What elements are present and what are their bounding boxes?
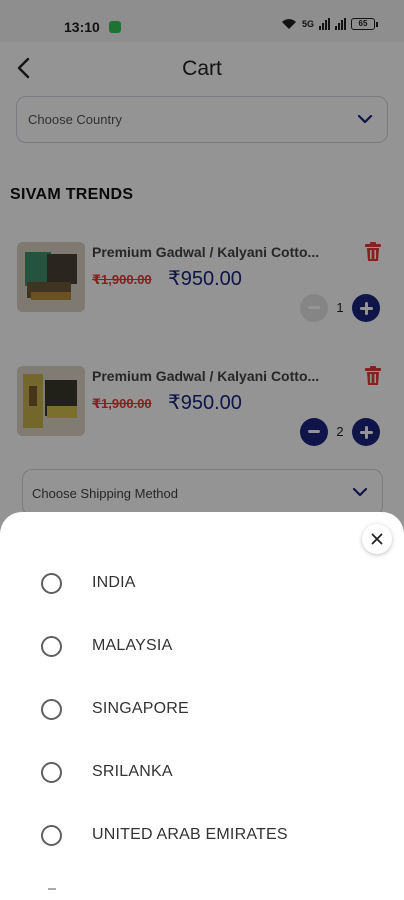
radio-button[interactable] <box>41 636 62 657</box>
country-option-label: MALAYSIA <box>92 637 173 654</box>
country-option-singapore[interactable]: SINGAPORE <box>0 686 404 734</box>
country-option-india[interactable]: INDIA <box>0 560 404 608</box>
country-option-uae[interactable]: UNITED ARAB EMIRATES <box>0 812 404 860</box>
country-option-label: UNITED ARAB EMIRATES <box>92 826 288 843</box>
country-option-malaysia[interactable]: MALAYSIA <box>0 623 404 671</box>
country-option-srilanka[interactable]: SRILANKA <box>0 749 404 797</box>
scroll-more-indicator <box>48 888 56 890</box>
close-icon <box>371 533 383 545</box>
country-option-label: SRILANKA <box>92 763 173 780</box>
radio-button[interactable] <box>41 825 62 846</box>
country-option-label: SINGAPORE <box>92 700 189 717</box>
radio-button[interactable] <box>41 573 62 594</box>
close-button[interactable] <box>362 524 392 554</box>
radio-button[interactable] <box>41 762 62 783</box>
radio-button[interactable] <box>41 699 62 720</box>
country-option-label: INDIA <box>92 574 136 591</box>
country-bottom-sheet: INDIA MALAYSIA SINGAPORE SRILANKA UNITED… <box>0 512 404 900</box>
